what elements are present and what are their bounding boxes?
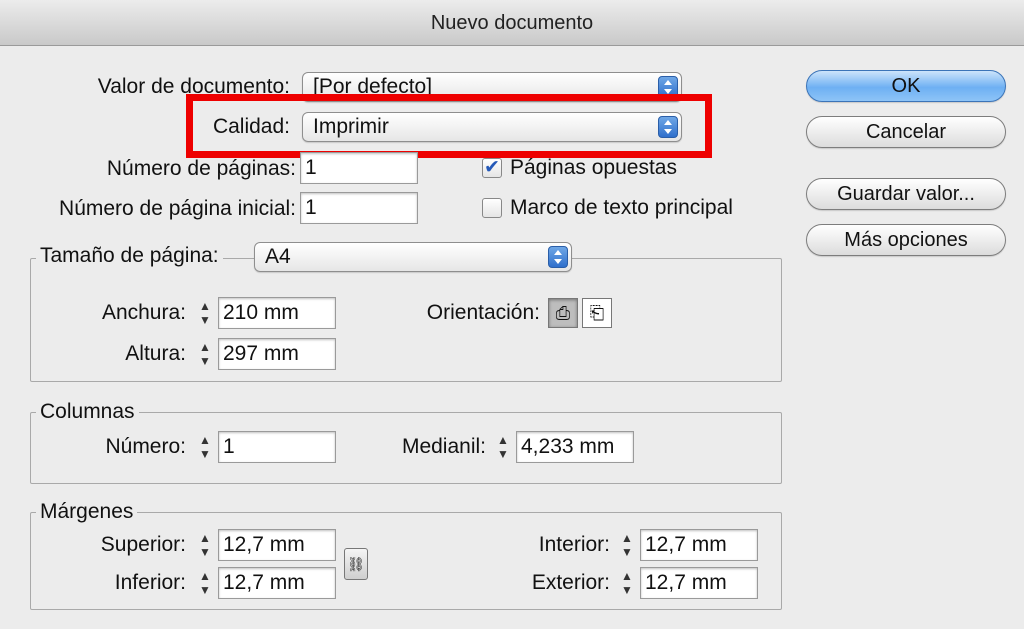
- facing-pages-checkbox[interactable]: [482, 156, 502, 179]
- stepper-up-icon: ▲: [199, 340, 211, 354]
- start-page-value: 1: [305, 196, 317, 219]
- column-number-value: 1: [223, 435, 235, 458]
- height-value: 297 mm: [223, 342, 299, 365]
- outside-margin-stepper[interactable]: ▲ ▼: [618, 569, 636, 599]
- top-margin-label: Superior:: [100, 533, 186, 556]
- columns-title: Columnas: [36, 398, 139, 426]
- inside-margin-input[interactable]: 12,7 mm: [640, 529, 758, 561]
- page-count-input[interactable]: 1: [300, 152, 418, 184]
- master-text-frame-checkbox[interactable]: [482, 198, 502, 218]
- width-stepper[interactable]: ▲ ▼: [196, 299, 214, 329]
- gutter-label: Medianil:: [401, 435, 486, 458]
- outside-margin-value: 12,7 mm: [645, 571, 727, 594]
- stepper-down-icon: ▼: [199, 583, 211, 597]
- facing-pages-label: Páginas opuestas: [510, 156, 677, 179]
- start-page-label: Número de página inicial:: [59, 197, 296, 220]
- more-options-button[interactable]: Más opciones: [806, 224, 1006, 256]
- stepper-up-icon: ▲: [621, 569, 633, 583]
- bottom-margin-stepper[interactable]: ▲ ▼: [196, 569, 214, 599]
- page-count-value: 1: [305, 156, 317, 179]
- cancel-button[interactable]: Cancelar: [806, 116, 1006, 148]
- top-margin-stepper[interactable]: ▲ ▼: [196, 531, 214, 561]
- stepper-down-icon: ▼: [199, 354, 211, 368]
- new-document-dialog: Valor de documento: [Por defecto] Calida…: [0, 46, 1024, 629]
- top-margin-input[interactable]: 12,7 mm: [218, 529, 336, 561]
- bottom-margin-label: Inferior:: [114, 571, 186, 594]
- stepper-up-icon: ▲: [199, 433, 211, 447]
- top-margin-value: 12,7 mm: [223, 533, 305, 556]
- stepper-down-icon: ▼: [497, 447, 509, 461]
- height-input[interactable]: 297 mm: [218, 338, 336, 370]
- stepper-down-icon: ▼: [199, 313, 211, 327]
- stepper-down-icon: ▼: [621, 583, 633, 597]
- stepper-up-icon: ▲: [199, 299, 211, 313]
- width-label: Anchura:: [101, 301, 186, 324]
- page-size-popup[interactable]: A4: [254, 242, 572, 272]
- start-page-input[interactable]: 1: [300, 192, 418, 224]
- bottom-margin-input[interactable]: 12,7 mm: [218, 567, 336, 599]
- stepper-up-icon: ▲: [199, 569, 211, 583]
- window-title: Nuevo documento: [0, 0, 1024, 46]
- width-value: 210 mm: [223, 301, 299, 324]
- page-count-label: Número de páginas:: [106, 157, 296, 180]
- master-text-frame-label: Marco de texto principal: [510, 196, 733, 219]
- width-input[interactable]: 210 mm: [218, 297, 336, 329]
- inside-margin-label: Interior:: [538, 533, 610, 556]
- stepper-up-icon: ▲: [621, 531, 633, 545]
- chain-link-icon[interactable]: ⛓: [344, 548, 368, 580]
- stepper-down-icon: ▼: [199, 545, 211, 559]
- column-number-label: Número:: [105, 435, 186, 458]
- save-preset-button[interactable]: Guardar valor...: [806, 178, 1006, 210]
- stepper-down-icon: ▼: [621, 545, 633, 559]
- landscape-page-icon[interactable]: ⎗: [582, 298, 612, 328]
- gutter-stepper[interactable]: ▲ ▼: [494, 433, 512, 463]
- stepper-up-icon: ▲: [497, 433, 509, 447]
- orientation-label: Orientación:: [426, 301, 540, 324]
- gutter-input[interactable]: 4,233 mm: [516, 431, 634, 463]
- intent-highlight-box: [186, 94, 712, 158]
- inside-margin-stepper[interactable]: ▲ ▼: [618, 531, 636, 561]
- page-size-value: A4: [265, 245, 291, 268]
- outside-margin-label: Exterior:: [531, 571, 610, 594]
- outside-margin-input[interactable]: 12,7 mm: [640, 567, 758, 599]
- gutter-value: 4,233 mm: [521, 435, 615, 458]
- ok-button[interactable]: OK: [806, 70, 1006, 102]
- inside-margin-value: 12,7 mm: [645, 533, 727, 556]
- popup-arrows-icon: [548, 246, 568, 268]
- height-stepper[interactable]: ▲ ▼: [196, 340, 214, 370]
- stepper-down-icon: ▼: [199, 447, 211, 461]
- page-size-label: Tamaño de página:: [36, 242, 223, 270]
- bottom-margin-value: 12,7 mm: [223, 571, 305, 594]
- column-number-input[interactable]: 1: [218, 431, 336, 463]
- portrait-page-icon[interactable]: ⎙: [548, 298, 578, 328]
- stepper-up-icon: ▲: [199, 531, 211, 545]
- margins-title: Márgenes: [36, 498, 138, 526]
- height-label: Altura:: [125, 342, 186, 365]
- column-number-stepper[interactable]: ▲ ▼: [196, 433, 214, 463]
